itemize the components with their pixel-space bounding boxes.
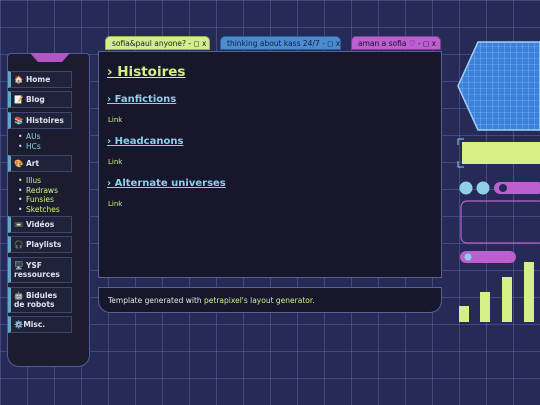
tab-aman-a-sofia[interactable]: aman a sofia ♡ - ◻ x	[351, 36, 441, 50]
submenu-item-funsies[interactable]: Funsies	[18, 195, 60, 205]
sidebar-item-label: 🏠 Home	[14, 75, 51, 84]
sidebar-item-videos[interactable]: 📼 Vidéos	[8, 216, 72, 233]
page-title[interactable]: › Histoires	[107, 64, 185, 80]
tab-sofia-paul[interactable]: sofia&paul anyone? - ◻ x	[105, 36, 210, 50]
sidebar-item-label: 📚 Histoires	[14, 116, 64, 125]
sidebar-item-label: 🎨 Art	[14, 159, 40, 168]
art-submenu: Illus Redraws Funsies Sketches	[18, 176, 60, 215]
submenu-item-sketches[interactable]: Sketches	[18, 205, 60, 215]
sidebar-item-label: 🎧 Playlists	[14, 240, 62, 249]
sidebar-item-label: ⚙️Misc.	[14, 320, 46, 329]
sidebar-item-art[interactable]: 🎨 Art	[8, 155, 72, 172]
section-heading-fanfictions[interactable]: › Fanfictions	[107, 94, 176, 105]
sidebar-item-histoires[interactable]: 📚 Histoires	[8, 112, 72, 129]
submenu-item-hcs[interactable]: HCs	[18, 142, 41, 152]
sidebar-item-label: 🖥️ YSF ressources	[14, 261, 60, 279]
footer-suffix: .	[312, 296, 315, 305]
hexagon-grid-decoration	[457, 41, 540, 131]
alternate-universes-link[interactable]: Link	[108, 200, 122, 208]
tab-label: sofia&paul anyone? - ◻ x	[112, 39, 207, 48]
tab-thinking-about-kass[interactable]: thinking about kass 24/7 - ◻ x	[220, 36, 341, 50]
bar-graph-decoration	[459, 262, 534, 322]
dots-and-pill-decoration	[459, 181, 540, 195]
sidebar-item-bidules-de-robots[interactable]: 🤖 Bidules de robots	[8, 287, 72, 313]
submenu-item-redraws[interactable]: Redraws	[18, 186, 60, 196]
sidebar-item-home[interactable]: 🏠 Home	[8, 71, 72, 88]
sidebar-item-label: 🤖 Bidules de robots	[14, 291, 58, 309]
sidebar-item-misc[interactable]: ⚙️Misc.	[8, 316, 72, 333]
footer-text: Template generated with	[108, 296, 205, 305]
section-heading-alternate-universes[interactable]: › Alternate universes	[107, 178, 226, 189]
submenu-item-illus[interactable]: Illus	[18, 176, 60, 186]
submenu-item-aus[interactable]: AUs	[18, 132, 41, 142]
section-heading-headcanons[interactable]: › Headcanons	[107, 136, 183, 147]
sidebar-item-blog[interactable]: 📝 Blog	[8, 91, 72, 108]
purple-outline-box-decoration	[460, 200, 540, 244]
main-content-panel: › Histoires › Fanfictions Link › Headcan…	[98, 51, 442, 278]
sidebar-item-label: 📼 Vidéos	[14, 220, 55, 229]
green-box-decoration	[457, 138, 540, 168]
headcanons-link[interactable]: Link	[108, 158, 122, 166]
sidebar-item-playlists[interactable]: 🎧 Playlists	[8, 236, 72, 253]
footer: Template generated with petrapixel's lay…	[98, 287, 442, 313]
sidebar-item-ysf-ressources[interactable]: 🖥️ YSF ressources	[8, 257, 72, 283]
tab-label: aman a sofia ♡ - ◻ x	[358, 39, 437, 48]
footer-generator-link[interactable]: petrapixel's layout generator	[204, 296, 312, 305]
sidebar-item-label: 📝 Blog	[14, 95, 45, 104]
fanfictions-link[interactable]: Link	[108, 116, 122, 124]
histoires-submenu: AUs HCs	[18, 132, 41, 152]
tab-label: thinking about kass 24/7 - ◻ x	[227, 39, 341, 48]
